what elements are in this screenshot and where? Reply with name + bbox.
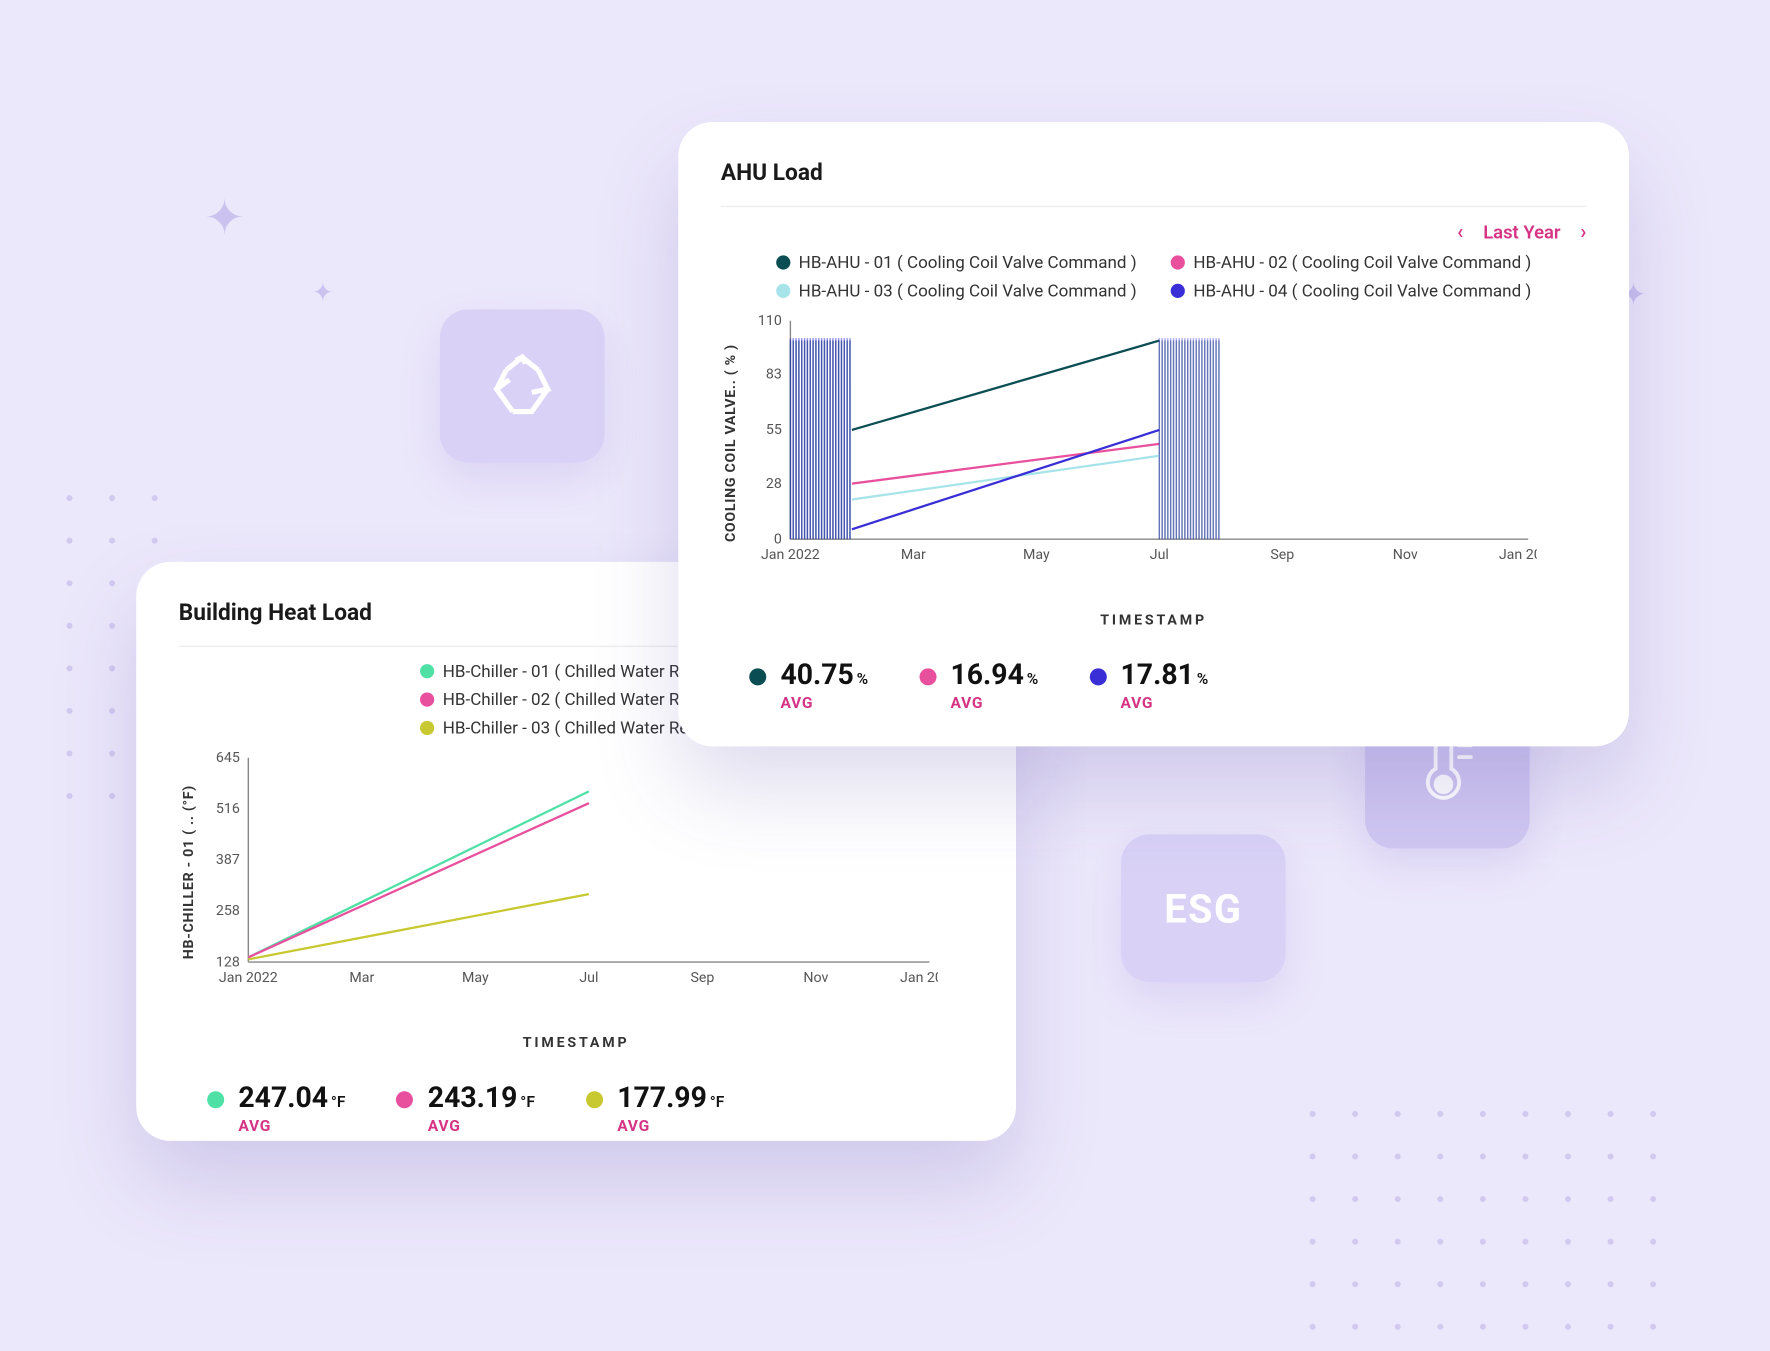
svg-text:Jan 2022: Jan 2022 [761, 547, 820, 563]
legend-dot-icon [776, 255, 790, 269]
legend-dot-icon [1171, 255, 1185, 269]
svg-text:Jul: Jul [579, 970, 598, 986]
legend-dot-icon [420, 721, 434, 735]
y-axis-label: HB-CHILLER - 01 ( .. (°F) [179, 749, 200, 996]
stat-item: 243.19°F AVG [397, 1080, 535, 1135]
legend-item[interactable]: HB-AHU - 03 ( Cooling Coil Valve Command… [776, 281, 1137, 301]
svg-text:516: 516 [216, 801, 240, 817]
prev-range-button[interactable]: ‹ [1457, 221, 1463, 244]
ahu-load-chart: 0 28 55 83 110 Jan 2022 Mar May Jul Sep Nov Jan 202… [742, 312, 1537, 567]
stat-dot-icon [749, 668, 766, 685]
svg-text:28: 28 [766, 476, 782, 492]
stat-unit: °F [520, 1093, 535, 1111]
stat-dot-icon [919, 668, 936, 685]
legend-dot-icon [420, 692, 434, 706]
svg-text:May: May [462, 970, 489, 986]
stat-value: 177.99 [617, 1080, 707, 1114]
legend-dot-icon [420, 664, 434, 678]
recycle-icon [484, 348, 561, 425]
svg-text:387: 387 [216, 852, 240, 868]
svg-text:Jan 2023: Jan 2023 [1499, 547, 1537, 563]
stat-unit: % [1197, 670, 1209, 688]
divider [721, 206, 1587, 207]
stat-value: 247.04 [238, 1080, 328, 1114]
svg-text:Sep: Sep [1270, 547, 1294, 563]
stat-unit: % [857, 670, 869, 688]
stat-unit: % [1027, 670, 1039, 688]
svg-text:128: 128 [216, 954, 240, 970]
ahu-load-card: AHU Load ‹ Last Year › HB-AHU - 01 ( Coo… [678, 122, 1629, 746]
stat-item: 16.94% AVG [919, 657, 1038, 712]
stats-row: 247.04°FAVG243.19°FAVG177.99°FAVG [179, 1080, 974, 1135]
stat-unit: °F [710, 1093, 725, 1111]
stat-label: AVG [950, 694, 1038, 712]
sparkle-icon: ✦ [312, 278, 333, 308]
svg-text:Nov: Nov [1393, 547, 1418, 563]
sparkle-icon: ✦ [204, 190, 244, 247]
svg-text:Nov: Nov [803, 970, 828, 986]
legend-item[interactable]: HB-AHU - 01 ( Cooling Coil Valve Command… [776, 253, 1137, 273]
stat-dot-icon [1089, 668, 1106, 685]
stat-value: 16.94 [950, 657, 1023, 691]
range-label[interactable]: Last Year [1483, 222, 1560, 243]
stat-item: 177.99°F AVG [586, 1080, 724, 1135]
legend-label: HB-AHU - 02 ( Cooling Coil Valve Command… [1193, 253, 1531, 273]
stats-row: 40.75% AVG 16.94% AVG 17.81% AVG [721, 657, 1587, 712]
legend-label: HB-AHU - 04 ( Cooling Coil Valve Command… [1193, 281, 1531, 301]
heat-load-chart: 128 258 387 516 645 Jan 2022 Mar May Jul Sep Nov Ja… [200, 749, 938, 990]
dot-grid [1291, 1093, 1660, 1348]
stat-label: AVG [1121, 694, 1209, 712]
stat-value: 243.19 [428, 1080, 518, 1114]
stat-item: 17.81% AVG [1089, 657, 1208, 712]
svg-text:0: 0 [774, 531, 782, 547]
stat-dot-icon [207, 1091, 224, 1108]
stat-dot-icon [397, 1091, 414, 1108]
svg-text:258: 258 [216, 903, 240, 919]
stat-value: 17.81 [1121, 657, 1194, 691]
stat-label: AVG [780, 694, 868, 712]
x-axis-label: TIMESTAMP [721, 613, 1587, 629]
legend-label: HB-AHU - 01 ( Cooling Coil Valve Command… [799, 253, 1137, 273]
svg-text:645: 645 [216, 750, 240, 766]
legend-dot-icon [1171, 284, 1185, 298]
esg-label: ESG [1164, 885, 1242, 932]
stat-dot-icon [586, 1091, 603, 1108]
card-title: AHU Load [721, 159, 1587, 186]
stat-value: 40.75 [780, 657, 853, 691]
svg-text:Jul: Jul [1150, 547, 1169, 563]
legend-dot-icon [776, 284, 790, 298]
stat-label: AVG [617, 1117, 724, 1135]
x-axis-label: TIMESTAMP [179, 1036, 974, 1052]
stat-item: 40.75% AVG [749, 657, 868, 712]
svg-text:55: 55 [766, 422, 782, 438]
svg-text:Jan 2023: Jan 2023 [900, 970, 938, 986]
svg-text:Jan 2022: Jan 2022 [219, 970, 278, 986]
esg-tile: ESG [1121, 834, 1286, 982]
stat-unit: °F [331, 1093, 346, 1111]
recycle-tile [440, 309, 605, 462]
stat-label: AVG [428, 1117, 535, 1135]
chart-legend: HB-AHU - 01 ( Cooling Coil Valve Command… [721, 253, 1587, 301]
svg-text:Sep: Sep [690, 970, 714, 986]
svg-text:110: 110 [758, 313, 782, 329]
legend-label: HB-AHU - 03 ( Cooling Coil Valve Command… [799, 281, 1137, 301]
stat-item: 247.04°F AVG [207, 1080, 345, 1135]
svg-text:Mar: Mar [901, 547, 926, 563]
y-axis-label: COOLING COIL VALVE.. ( % ) [721, 312, 742, 573]
legend-item[interactable]: HB-AHU - 02 ( Cooling Coil Valve Command… [1171, 253, 1532, 273]
svg-text:83: 83 [766, 367, 782, 383]
svg-text:May: May [1023, 547, 1050, 563]
svg-text:Mar: Mar [349, 970, 374, 986]
stat-label: AVG [238, 1117, 345, 1135]
next-range-button[interactable]: › [1580, 221, 1586, 244]
legend-item[interactable]: HB-AHU - 04 ( Cooling Coil Valve Command… [1171, 281, 1532, 301]
